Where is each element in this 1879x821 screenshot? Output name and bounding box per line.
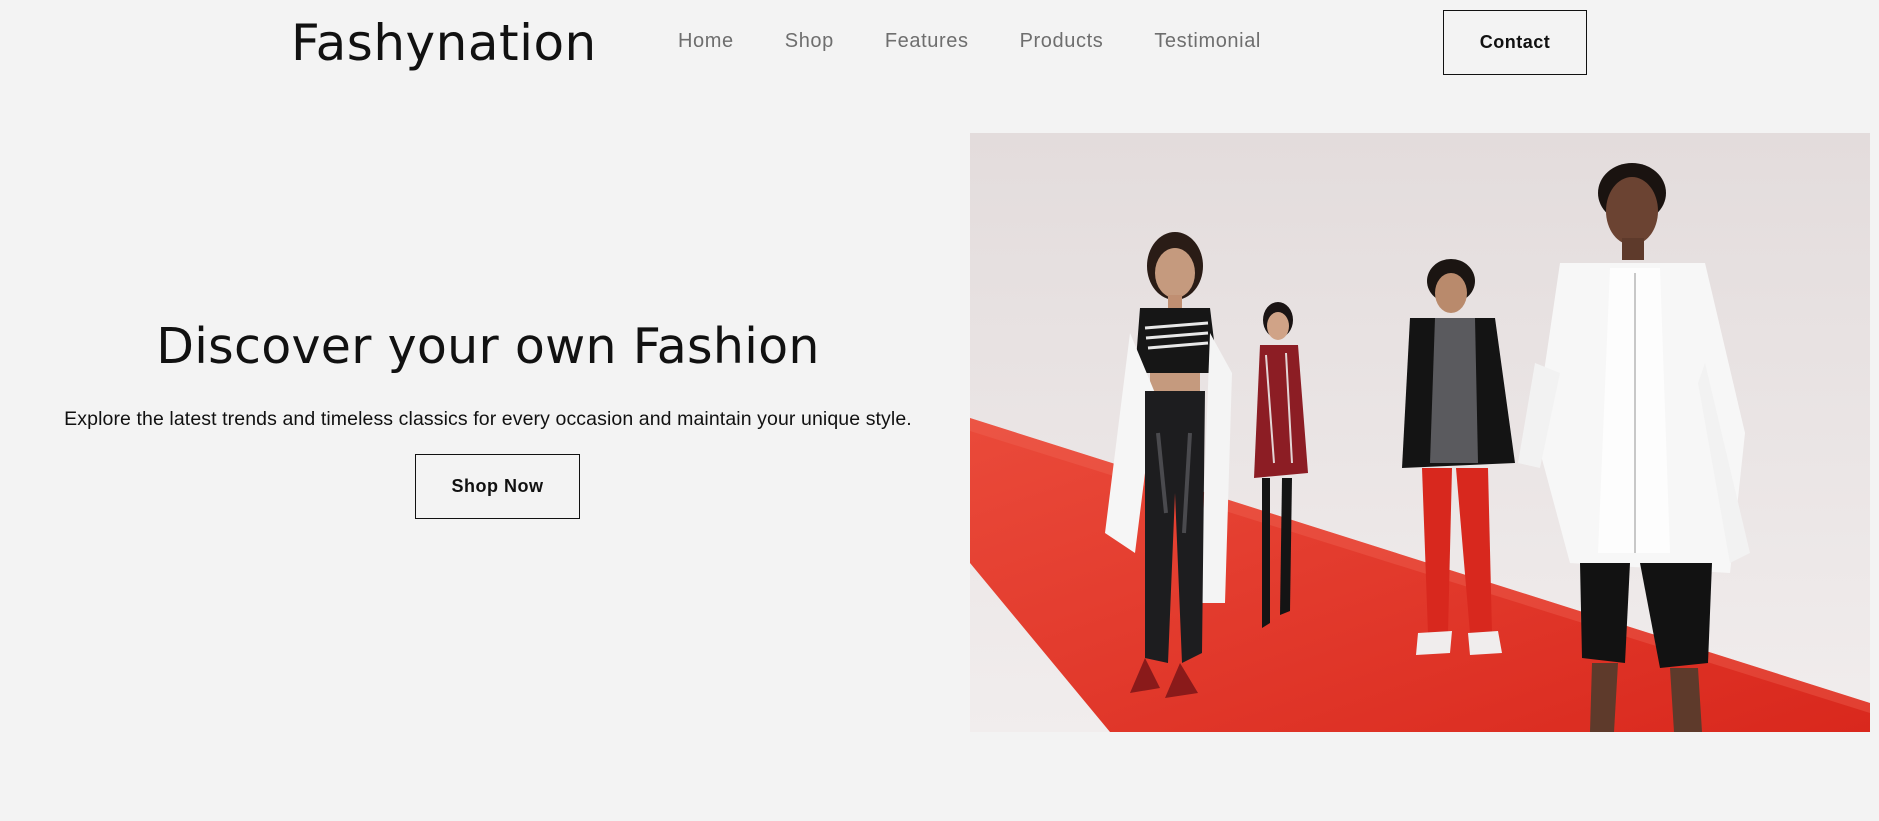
hero-title: Discover your own Fashion bbox=[156, 318, 820, 375]
hero-photo-illustration bbox=[970, 133, 1870, 732]
nav-link-products[interactable]: Products bbox=[1020, 30, 1104, 53]
nav-link-home[interactable]: Home bbox=[678, 30, 734, 53]
brand-logo[interactable]: Fashynation bbox=[291, 14, 597, 72]
hero-text: Discover your own Fashion Explore the la… bbox=[0, 318, 976, 431]
contact-button[interactable]: Contact bbox=[1443, 10, 1587, 75]
nav-link-testimonial[interactable]: Testimonial bbox=[1154, 30, 1261, 53]
nav-link-features[interactable]: Features bbox=[885, 30, 969, 53]
nav-link-shop[interactable]: Shop bbox=[785, 30, 834, 53]
hero-subtitle: Explore the latest trends and timeless c… bbox=[64, 408, 912, 430]
shop-now-button[interactable]: Shop Now bbox=[415, 454, 580, 519]
site-header: Fashynation Home Shop Features Products … bbox=[0, 0, 1879, 90]
hero-fashion-photo bbox=[970, 133, 1870, 732]
main-nav: Home Shop Features Products Testimonial bbox=[678, 30, 1312, 53]
